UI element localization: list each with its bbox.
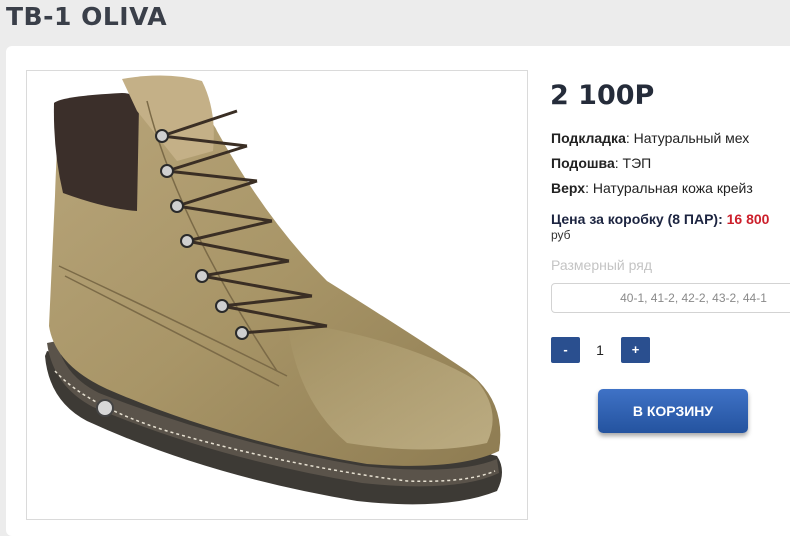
box-price-unit: руб: [551, 228, 571, 242]
property-upper: Верх: Натуральная кожа крейз: [551, 180, 753, 196]
property-sole: Подошва: ТЭП: [551, 155, 652, 171]
property-label: Подкладка: [551, 130, 626, 146]
box-price-amount: 16 800: [726, 211, 770, 227]
property-lining: Подкладка: Натуральный мех: [551, 130, 750, 146]
property-label: Подошва: [551, 155, 615, 171]
quantity-increase-button[interactable]: +: [621, 337, 650, 363]
size-range-field[interactable]: 40-1, 41-2, 42-2, 43-2, 44-1: [551, 283, 790, 313]
quantity-decrease-button[interactable]: -: [551, 337, 580, 363]
product-price: 2 100Р: [550, 80, 655, 111]
quantity-input[interactable]: 1: [582, 337, 618, 363]
property-value: Натуральная кожа крейз: [592, 180, 753, 196]
product-photo[interactable]: [26, 70, 528, 520]
box-price-label: Цена за коробку (8 ПАР):: [551, 211, 723, 227]
product-title: ТВ-1 OLIVA: [6, 2, 168, 31]
box-price: Цена за коробку (8 ПАР): 16 800: [551, 211, 769, 227]
add-to-cart-button[interactable]: В КОРЗИНУ: [598, 389, 748, 433]
property-value: Натуральный мех: [633, 130, 750, 146]
property-label: Верх: [551, 180, 586, 196]
property-value: ТЭП: [622, 155, 652, 171]
size-range-label: Размерный ряд: [551, 257, 653, 273]
boot-image: [45, 75, 502, 505]
